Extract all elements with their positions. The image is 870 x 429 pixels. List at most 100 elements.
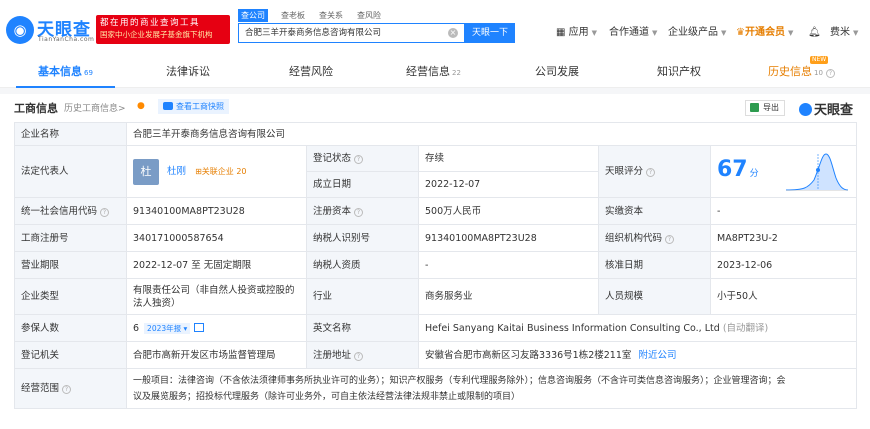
nav-vip-label: 开通会员 — [744, 27, 785, 38]
history-link[interactable]: 历史工商信息> — [64, 101, 126, 114]
legal-rep-cell: 杜 杜刚 ⊞关联企业 20 — [126, 145, 307, 198]
approve-date: 2023-12-06 — [709, 251, 858, 279]
field-label: 统一社会信用代码? — [14, 197, 127, 225]
search-tab-relation[interactable]: 查关系 — [316, 9, 346, 22]
nav-vip[interactable]: ♛开通会员 ▼ — [736, 25, 793, 41]
field-label: 经营范围? — [14, 368, 127, 409]
nav-enterprise[interactable]: 企业级产品 ▼ — [668, 25, 726, 41]
table-row: 统一社会信用代码? 91340100MA8PT23U28 注册资本? 500万人… — [14, 197, 858, 225]
field-label-text: 天眼评分 — [605, 166, 644, 177]
chevron-down-icon: ▼ — [652, 29, 658, 37]
tab-count: 10 — [814, 69, 823, 77]
search-tab-boss[interactable]: 查老板 — [278, 9, 308, 22]
table-row: 营业期限 2022-12-07 至 无固定期限 纳税人资质 - 核准日期 202… — [14, 251, 858, 279]
table-row: 经营范围? 一般项目：法律咨询（不含依法须律师事务所执业许可的业务）；知识产权服… — [14, 368, 858, 409]
score-cell[interactable]: 67 分 — [709, 145, 858, 198]
tab-legal[interactable]: 法律诉讼 — [166, 58, 210, 86]
paid-capital: - — [709, 197, 858, 225]
search-tab-risk[interactable]: 查风险 — [354, 9, 384, 22]
tab-operation[interactable]: 经营信息 22 — [406, 58, 461, 86]
banner-line-2: 国家中小企业发展子基金旗下机构 — [100, 30, 213, 39]
help-icon[interactable]: ? — [825, 69, 835, 78]
help-icon[interactable]: ? — [354, 351, 364, 361]
year-select-label: 2023年报 — [147, 323, 182, 333]
nav-enterprise-label: 企业级产品 — [668, 27, 718, 38]
field-label: 实缴资本 — [598, 197, 711, 225]
english-name[interactable]: Hefei Sanyang Kaitai Business Informatio… — [425, 323, 720, 334]
field-label: 注册地址? — [306, 341, 419, 369]
tab-basic-info[interactable]: 基本信息 69 — [16, 58, 115, 88]
nav-channel[interactable]: 合作通道 ▼ — [609, 25, 657, 41]
nearby-companies-link[interactable]: 附近公司 — [638, 350, 676, 361]
company-name[interactable]: 合肥三羊开泰商务信息咨询有限公司 — [125, 122, 858, 146]
reg-number[interactable]: 340171000587654 — [126, 224, 307, 252]
chevron-down-icon: ▼ — [591, 29, 598, 37]
help-icon[interactable]: ? — [665, 234, 675, 244]
crown-icon: ♛ — [736, 27, 745, 38]
field-label: 企业类型 — [14, 278, 127, 315]
field-label: 工商注册号 — [14, 224, 127, 252]
score-value: 67 — [717, 156, 748, 182]
nav-user[interactable]: 费米 ▼ — [830, 25, 858, 41]
new-badge: NEW — [810, 56, 829, 64]
company-type-line: 有限责任公司（非自然人投资或控股的 — [133, 284, 295, 296]
tab-count: 22 — [452, 69, 461, 77]
search-input[interactable]: 合肥三羊开泰商务信息咨询有限公司 × — [238, 23, 465, 43]
tax-id[interactable]: 91340100MA8PT23U28 — [418, 224, 599, 252]
nav-app[interactable]: ▦ 应用 ▼ — [556, 25, 597, 41]
credit-code[interactable]: 91340100MA8PT23U28 — [126, 197, 307, 225]
scope-line: 议及展览服务；招投标代理服务（除许可业务外，可自主依法经营法律法规非禁止或限制的… — [133, 391, 521, 402]
logo[interactable]: ◉ 天眼查 TianYanCha.com — [6, 14, 94, 48]
org-code[interactable]: MA8PT23U-2 — [709, 224, 858, 252]
notification-bell-icon[interactable]: 🔔︎ — [808, 25, 821, 41]
field-label-text: 注册地址 — [313, 349, 352, 361]
field-label-text: 登记状态 — [313, 153, 352, 164]
help-icon[interactable]: ? — [100, 207, 110, 217]
address[interactable]: 安徽省合肥市高新区习友路3336号1栋2楼211室 — [425, 350, 631, 361]
search-tab-company[interactable]: 查公司 — [238, 9, 268, 22]
promo-banner[interactable]: 都在用的商业查询工具 国家中小企业发展子基金旗下机构 — [96, 15, 230, 44]
reg-capital: 500万人民币 — [418, 197, 599, 225]
legal-rep-name[interactable]: 杜刚 — [167, 166, 186, 177]
score-distribution-chart — [786, 153, 849, 191]
help-icon[interactable]: ? — [354, 155, 364, 164]
reg-status: 存续 — [418, 145, 599, 172]
field-label: 英文名称 — [306, 314, 419, 342]
tab-development[interactable]: 公司发展 — [535, 58, 579, 86]
field-label: 法定代表人 — [14, 145, 127, 198]
field-label: 行业 — [306, 278, 419, 315]
clear-icon[interactable]: × — [448, 28, 458, 38]
nav-channel-label: 合作通道 — [609, 27, 649, 38]
export-label: 导出 — [763, 103, 779, 112]
help-icon[interactable]: ? — [646, 168, 656, 177]
field-label: 注册资本? — [306, 197, 419, 225]
export-button[interactable]: 导出 — [745, 100, 785, 116]
field-label: 组织机构代码? — [598, 224, 711, 252]
year-select[interactable]: 2023年报 ▾ — [144, 322, 191, 334]
field-label-text: 组织机构代码 — [605, 232, 663, 244]
company-type: 有限责任公司（非自然人投资或控股的 法人独资） — [126, 278, 307, 315]
insured-count: 6 — [133, 322, 140, 334]
english-name-cell: Hefei Sanyang Kaitai Business Informatio… — [417, 314, 858, 342]
tab-ip[interactable]: 知识产权 — [657, 58, 701, 86]
business-info-table: 企业名称 合肥三羊开泰商务信息咨询有限公司 法定代表人 杜 杜刚 ⊞关联企业 2… — [14, 122, 858, 409]
tab-risk[interactable]: 经营风险 — [289, 58, 333, 86]
top-header: ◉ 天眼查 TianYanCha.com 都在用的商业查询工具 国家中小企业发展… — [0, 0, 870, 62]
trend-chart-icon[interactable] — [194, 322, 205, 332]
banner-line-1: 都在用的商业查询工具 — [100, 18, 201, 28]
help-icon[interactable]: ? — [354, 207, 364, 217]
camera-icon — [163, 102, 173, 110]
tab-label: 历史信息 — [768, 65, 812, 78]
search-button[interactable]: 天眼一下 — [465, 23, 515, 43]
tab-label: 公司发展 — [535, 65, 579, 78]
bell-icon[interactable]: ● — [137, 101, 147, 112]
related-companies[interactable]: ⊞关联企业 20 — [195, 167, 246, 176]
help-icon[interactable]: ? — [62, 385, 72, 394]
avatar[interactable]: 杜 — [133, 158, 159, 185]
chevron-down-icon: ▾ — [181, 323, 188, 333]
field-label: 成立日期 — [306, 171, 419, 198]
snapshot-button[interactable]: 查看工商快照 — [158, 99, 229, 114]
industry: 商务服务业 — [418, 278, 599, 315]
table-row: 登记机关 合肥市高新开发区市场监督管理局 注册地址? 安徽省合肥市高新区习友路3… — [14, 341, 858, 369]
excel-icon — [750, 103, 759, 112]
